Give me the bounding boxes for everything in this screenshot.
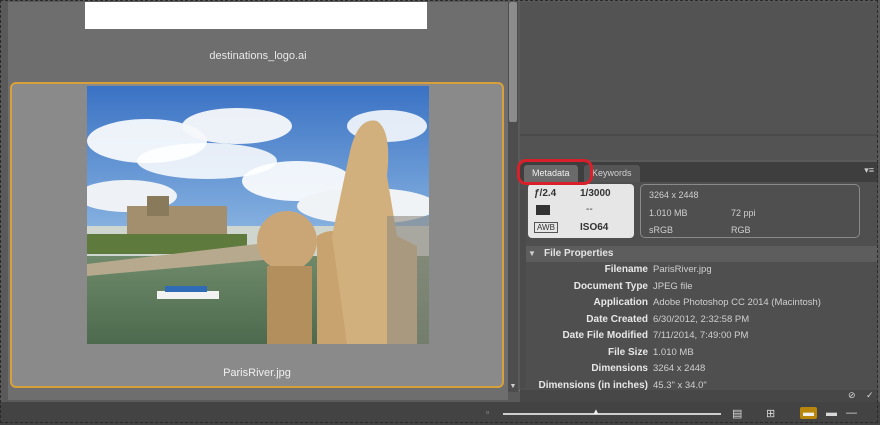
color-profile-value: sRGB [649, 225, 674, 235]
properties-list: Filename ParisRiver.jpg Document Type JP… [520, 262, 878, 394]
scrollbar-thumb[interactable] [509, 2, 517, 122]
apply-check-icon[interactable]: ✓ [866, 390, 874, 401]
color-mode-value: RGB [731, 225, 751, 235]
property-label: Application [593, 297, 648, 308]
property-row: Document Type JPEG file [520, 279, 878, 296]
property-value[interactable]: ParisRiver.jpg [653, 264, 712, 275]
thumbnail-image[interactable] [85, 2, 427, 29]
property-value[interactable]: Adobe Photoshop CC 2014 (Macintosh) [653, 297, 821, 308]
panel-divider[interactable] [520, 134, 878, 136]
property-row: Application Adobe Photoshop CC 2014 (Mac… [520, 295, 878, 312]
property-value[interactable]: 45.3" x 34.0" [653, 380, 707, 391]
property-row: Dimensions 3264 x 2448 [520, 361, 878, 378]
status-bar: ▫ ▲ ▤ ⊞ ▬ ▬ — [0, 402, 880, 425]
file-size-value: 1.010 MB [649, 208, 688, 218]
no-entry-icon[interactable]: ⊘ [848, 390, 856, 401]
zoom-small-icon[interactable]: ▫ [486, 407, 489, 417]
panel-menu-icon[interactable]: ▾≡ [864, 165, 874, 176]
property-value[interactable]: 6/30/2012, 2:32:58 PM [653, 314, 749, 325]
thumbnail-image[interactable] [87, 86, 429, 344]
property-label: Dimensions [591, 363, 648, 374]
thumbnail-filename: ParisRiver.jpg [223, 367, 291, 379]
metadata-tab-highlight [517, 159, 593, 185]
metadata-panel: Metadata Keywords ▾≡ ƒ/2.4 1/3000 -- AWB… [520, 162, 878, 402]
collapse-triangle-icon[interactable]: ▼ [528, 249, 536, 258]
shutter-value: 1/3000 [580, 188, 611, 199]
list-view-icon[interactable]: — [846, 407, 857, 419]
dimensions-value: 3264 x 2448 [649, 190, 699, 200]
thumbnail-filename: destinations_logo.ai [209, 50, 307, 62]
grid-view-icon[interactable]: ⊞ [766, 407, 775, 420]
thumbnail-item-selected[interactable]: ParisRiver.jpg [10, 82, 504, 388]
file-properties-header[interactable]: ▼ File Properties [520, 246, 878, 262]
section-title: File Properties [544, 248, 614, 259]
thumbnail-size-slider[interactable] [503, 413, 721, 415]
lock-grid-icon[interactable]: ▤ [732, 407, 742, 420]
resolution-value: 72 ppi [731, 208, 756, 218]
aperture-value: ƒ/2.4 [534, 188, 557, 199]
details-view-icon[interactable]: ▬ [826, 407, 837, 419]
content-scrollbar[interactable]: ▼ [508, 2, 518, 392]
metering-icon [536, 205, 550, 215]
property-label: Date File Modified [562, 330, 648, 341]
white-balance-icon: AWB [534, 222, 558, 233]
slider-knob[interactable]: ▲ [592, 408, 600, 416]
metadata-scrollbar[interactable]: ▼ [518, 190, 526, 396]
scroll-down-arrow-icon[interactable]: ▼ [508, 382, 518, 392]
preview-panel [520, 2, 878, 160]
metadata-panel-footer: ⊘ ✓ [520, 390, 878, 402]
property-label: File Size [607, 346, 648, 358]
property-value[interactable]: 3264 x 2448 [653, 363, 705, 374]
thumbnails-view-icon[interactable]: ▬ [800, 407, 817, 419]
file-info-summary: 3264 x 2448 1.010 MB 72 ppi sRGB RGB [640, 184, 860, 238]
exif-summary: ƒ/2.4 1/3000 -- AWB ISO64 [528, 184, 634, 238]
exposure-comp-value: -- [586, 204, 593, 215]
thumbnail-item[interactable]: destinations_logo.ai [8, 2, 508, 80]
content-panel: destinations_logo.ai ParisRiver.jpg [8, 2, 508, 400]
property-label: Filename [604, 264, 648, 275]
property-row: Date Created 6/30/2012, 2:32:58 PM [520, 312, 878, 329]
property-value[interactable]: JPEG file [653, 281, 693, 292]
property-row: Filename ParisRiver.jpg [520, 262, 878, 279]
property-value[interactable]: 7/11/2014, 7:49:00 PM [653, 330, 748, 341]
property-row: File Size 1.010 MB [520, 345, 878, 362]
property-label: Date Created [586, 313, 648, 325]
iso-value: ISO64 [580, 222, 609, 233]
property-label: Document Type [573, 280, 648, 292]
property-label: Dimensions (in inches) [538, 379, 648, 391]
property-value[interactable]: 1.010 MB [653, 347, 694, 358]
property-row: Date File Modified 7/11/2014, 7:49:00 PM [520, 328, 878, 345]
